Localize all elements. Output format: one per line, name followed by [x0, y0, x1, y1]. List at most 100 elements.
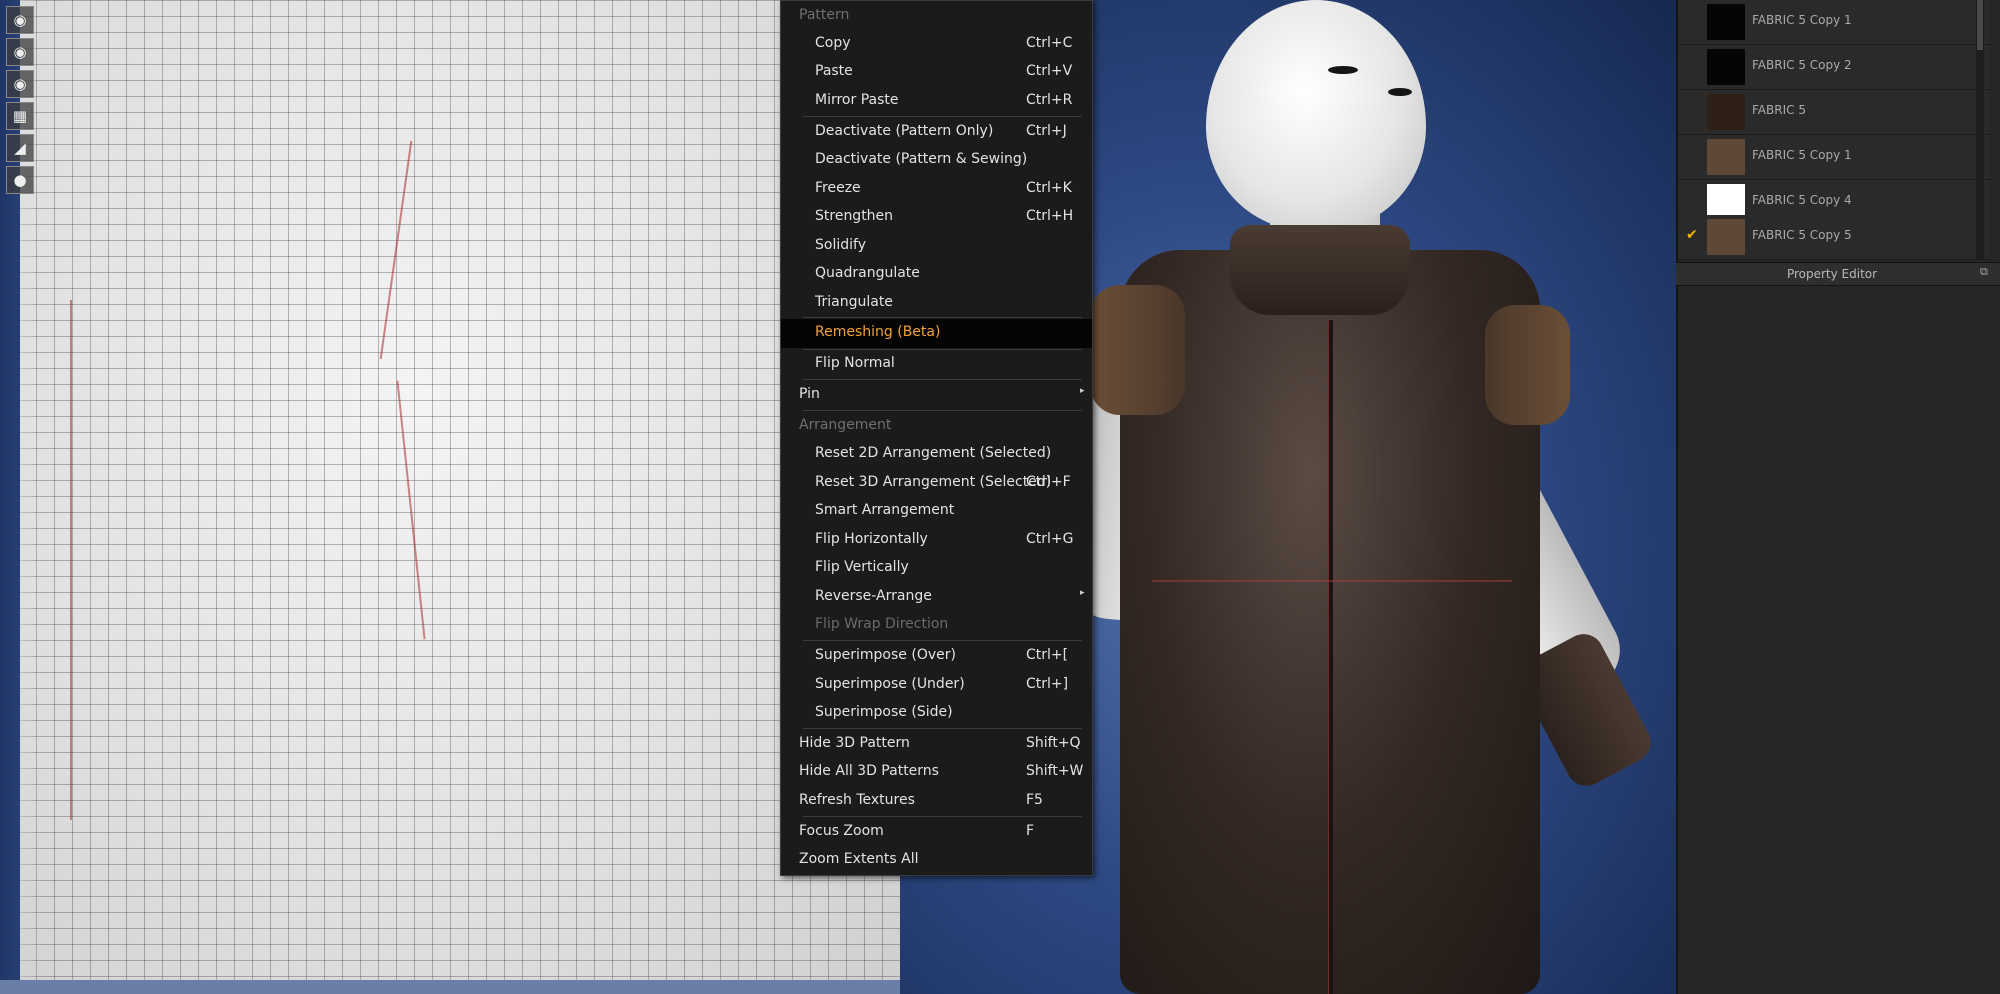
menu-shortcut: Ctrl+R [1026, 92, 1073, 108]
menu-item-flip-wrap-direction: Flip Wrap Direction [781, 611, 1092, 639]
fabric-name: FABRIC 5 Copy 4 [1752, 193, 1852, 207]
menu-label: Solidify [815, 237, 866, 253]
menu-shortcut: Ctrl+C [1026, 35, 1073, 51]
avatar-view-icon[interactable]: ● [6, 166, 34, 194]
menu-shortcut: Ctrl+[ [1026, 647, 1069, 663]
menu-shortcut: Shift+Q [1026, 735, 1081, 751]
scrollbar-thumb[interactable] [1977, 0, 1983, 50]
menu-label: Remeshing (Beta) [815, 324, 941, 340]
fabric-swatch [1707, 94, 1745, 130]
eye-icon[interactable]: ◉ [6, 70, 34, 98]
menu-item-zoom-extents-all[interactable]: Zoom Extents All [781, 846, 1092, 874]
menu-item-copy[interactable]: Copy Ctrl+C [781, 30, 1092, 58]
menu-label: Flip Horizontally [815, 531, 928, 547]
menu-label: Freeze [815, 180, 861, 196]
menu-item-mirror-paste[interactable]: Mirror Paste Ctrl+R [781, 87, 1092, 115]
fabric-name: FABRIC 5 Copy 1 [1752, 148, 1852, 162]
menu-shortcut: Ctrl+F [1026, 474, 1071, 490]
texture-view-icon[interactable]: ◢ [6, 134, 34, 162]
pattern-context-menu: Pattern Copy Ctrl+C Paste Ctrl+V Mirror Pa… [780, 0, 1093, 876]
menu-label: Deactivate (Pattern Only) [815, 123, 994, 139]
menu-item-superimpose-over[interactable]: Superimpose (Over) Ctrl+[ [781, 642, 1092, 670]
menu-item-flip-vertically[interactable]: Flip Vertically [781, 554, 1092, 582]
menu-item-hide-all-3d-patterns[interactable]: Hide All 3D Patterns Shift+W [781, 758, 1092, 786]
fabric-name: FABRIC 5 Copy 5 [1752, 228, 1852, 242]
menu-shortcut: Ctrl+G [1026, 531, 1074, 547]
menu-separator [803, 379, 1082, 380]
checkmark-icon: ✔ [1686, 227, 1698, 243]
menu-item-triangulate[interactable]: Triangulate [781, 289, 1092, 317]
menu-shortcut: Shift+W [1026, 763, 1084, 779]
menu-item-freeze[interactable]: Freeze Ctrl+K [781, 175, 1092, 203]
menu-separator [803, 317, 1082, 318]
menu-item-reset-2d-arrangement[interactable]: Reset 2D Arrangement (Selected) [781, 440, 1092, 468]
view-toolbar: ◉ ◉ ◉ ▦ ◢ ● [6, 6, 36, 194]
avatar-head [1206, 0, 1426, 230]
menu-item-paste[interactable]: Paste Ctrl+V [781, 58, 1092, 86]
menu-label: Superimpose (Over) [815, 647, 956, 663]
mesh-view-icon[interactable]: ▦ [6, 102, 34, 130]
menu-item-hide-3d-pattern[interactable]: Hide 3D Pattern Shift+Q [781, 730, 1092, 758]
menu-separator [803, 410, 1082, 411]
menu-item-flip-normal[interactable]: Flip Normal [781, 350, 1092, 378]
mesh-wireframe [0, 0, 900, 994]
menu-separator [803, 640, 1082, 641]
menu-shortcut: F5 [1026, 792, 1043, 808]
eye-icon[interactable]: ◉ [6, 6, 34, 34]
fabric-swatch [1707, 139, 1745, 175]
garment-collar [1230, 225, 1410, 315]
menu-section-pattern: Pattern [781, 2, 1092, 30]
pattern-2d-viewport[interactable]: ◉ ◉ ◉ ▦ ◢ ● [0, 0, 900, 994]
menu-item-deactivate-pattern-sewing[interactable]: Deactivate (Pattern & Sewing) [781, 146, 1092, 174]
menu-item-reset-3d-arrangement[interactable]: Reset 3D Arrangement (Selected) Ctrl+F [781, 469, 1092, 497]
avatar-eye [1328, 66, 1358, 74]
menu-item-superimpose-side[interactable]: Superimpose (Side) [781, 699, 1092, 727]
menu-label: Triangulate [815, 294, 893, 310]
avatar-eye [1388, 88, 1412, 96]
menu-label: Superimpose (Under) [815, 676, 965, 692]
menu-section-arrangement: Arrangement [781, 412, 1092, 440]
menu-item-deactivate-pattern-only[interactable]: Deactivate (Pattern Only) Ctrl+J [781, 118, 1092, 146]
menu-separator [803, 816, 1082, 817]
fabric-list-item[interactable]: FABRIC 5 Copy 1 [1678, 0, 1990, 45]
menu-label: Mirror Paste [815, 92, 899, 108]
menu-item-refresh-textures[interactable]: Refresh Textures F5 [781, 787, 1092, 815]
fabric-list-scrollbar[interactable] [1976, 0, 1984, 260]
menu-item-strengthen[interactable]: Strengthen Ctrl+H [781, 203, 1092, 231]
popout-icon[interactable]: ⧉ [1980, 266, 1992, 278]
fabric-swatch [1707, 49, 1745, 85]
menu-item-flip-horizontally[interactable]: Flip Horizontally Ctrl+G [781, 526, 1092, 554]
menu-item-quadrangulate[interactable]: Quadrangulate [781, 260, 1092, 288]
menu-label: Refresh Textures [799, 792, 915, 808]
fabric-swatch [1707, 4, 1745, 40]
menu-label: Reverse-Arrange [815, 588, 932, 604]
fabric-list-item[interactable]: FABRIC 5 Copy 2 [1678, 45, 1990, 90]
menu-shortcut: Ctrl+J [1026, 123, 1067, 139]
menu-item-focus-zoom[interactable]: Focus Zoom F [781, 818, 1092, 846]
menu-item-reverse-arrange[interactable]: Reverse-Arrange ▸ [781, 583, 1092, 611]
menu-label: Paste [815, 63, 853, 79]
fabric-list-item[interactable]: FABRIC 5 [1678, 90, 1990, 135]
fabric-swatch [1707, 219, 1745, 255]
menu-item-smart-arrangement[interactable]: Smart Arrangement [781, 497, 1092, 525]
submenu-arrow-icon: ▸ [1080, 588, 1085, 598]
menu-item-solidify[interactable]: Solidify [781, 232, 1092, 260]
menu-shortcut: Ctrl+H [1026, 208, 1074, 224]
menu-label: Copy [815, 35, 851, 51]
fabric-name: FABRIC 5 Copy 1 [1752, 13, 1852, 27]
fabric-list-item[interactable]: FABRIC 5 Copy 1 [1678, 135, 1990, 180]
menu-item-pin[interactable]: Pin ▸ [781, 381, 1092, 409]
menu-label: Flip Normal [815, 355, 895, 371]
menu-label: Hide 3D Pattern [799, 735, 910, 751]
menu-item-superimpose-under[interactable]: Superimpose (Under) Ctrl+] [781, 671, 1092, 699]
viewport-bottom-strip [0, 980, 900, 994]
menu-label: Focus Zoom [799, 823, 884, 839]
menu-label: Flip Vertically [815, 559, 909, 575]
menu-label: Pin [799, 386, 820, 402]
fabric-name: FABRIC 5 [1752, 103, 1806, 117]
menu-label: Hide All 3D Patterns [799, 763, 939, 779]
menu-label: Superimpose (Side) [815, 704, 953, 720]
eye-icon[interactable]: ◉ [6, 38, 34, 66]
fabric-list-item[interactable]: ✔ FABRIC 5 Copy 5 [1678, 215, 1990, 260]
menu-item-remeshing-beta[interactable]: Remeshing (Beta) [781, 319, 1092, 348]
